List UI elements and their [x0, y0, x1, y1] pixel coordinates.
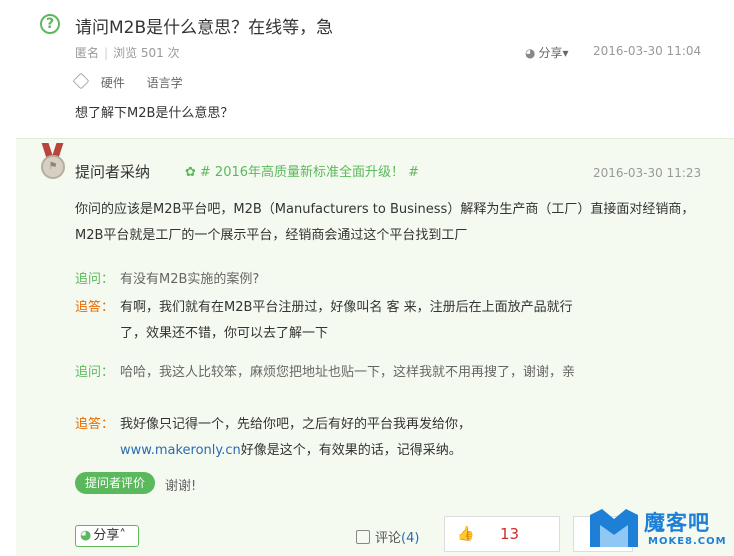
promo-text: # 2016年高质量新标准全面升级！ # [199, 165, 420, 180]
medal-icon: ⚑ [40, 143, 66, 183]
wechat-icon: ◕ [525, 46, 536, 60]
promo-link[interactable]: ✿ # 2016年高质量新标准全面升级！ # [185, 161, 419, 180]
evaluation-text: 谢谢! [165, 479, 197, 494]
followup-text: 有没有M2B实施的案例? [120, 272, 260, 287]
moke8-logo-icon [590, 509, 638, 547]
like-button[interactable]: 👍 13 [444, 516, 560, 552]
tag-item[interactable]: 语言学 [147, 76, 183, 90]
question-title: 请问M2B是什么意思？在线等，急 [75, 18, 334, 38]
tag-item[interactable]: 硬件 [101, 76, 125, 90]
followup-label: 追问： [75, 272, 115, 287]
site-link[interactable]: www.makeronly.cn [120, 443, 241, 458]
watermark-title: 魔客吧 [644, 511, 710, 535]
comment-icon [356, 530, 370, 544]
answer-content: 你问的应该是M2B平台吧，M2B（Manufacturers to Busine… [75, 202, 695, 243]
question-description: 想了解下M2B是什么意思？ [75, 106, 234, 121]
thumbs-up-icon: 👍 [457, 526, 475, 542]
accepted-badge: 提问者采纳 [75, 163, 151, 181]
followup-text: 我好像只记得一个，先给你吧，之后有好的平台我再发给你， www.makeronly… [120, 412, 580, 464]
question-author: 匿名 [75, 46, 100, 60]
question-views: 浏览 501 次 [113, 46, 180, 60]
meta-divider: | [104, 46, 109, 60]
followup-label: 追答： [75, 417, 115, 432]
followup-label: 追问： [75, 365, 115, 380]
like-count: 13 [500, 525, 520, 543]
chevron-up-icon: ˄ [119, 528, 126, 543]
comment-label: 评论 [375, 531, 402, 546]
answer-date: 2016-03-30 11:23 [593, 166, 702, 180]
reply-text-before: 我好像只记得一个，先给你吧，之后有好的平台我再发给你， [120, 417, 472, 432]
asker-evaluation-badge: 提问者评价 [75, 472, 155, 494]
followup-text: 哈哈，我这人比较笨，麻烦您把地址也贴一下，这样我就不用再搜了，谢谢，亲 [120, 365, 576, 380]
share-dropdown-top[interactable]: ◕ 分享▾ [525, 44, 569, 61]
share-label: 分享 [538, 46, 563, 60]
question-meta: 匿名 | 浏览 501 次 [75, 44, 180, 61]
chevron-down-icon: ▾ [562, 46, 569, 60]
tag-icon [72, 72, 90, 90]
comment-link[interactable]: 评论(4) [356, 527, 419, 546]
followup-label: 追答： [75, 300, 115, 315]
reply-text-after: 好像是这个，有效果的话，记得采纳。 [240, 443, 462, 458]
wechat-icon: ◕ [80, 528, 92, 543]
award-icon: ✿ [185, 165, 196, 180]
watermark-logo: 魔客吧 MOKE8.COM [588, 504, 734, 555]
followup-text: 有啊，我们就有在M2B平台注册过，好像叫名 客 来，注册后在上面放产品就行了，效… [120, 300, 573, 341]
comment-count: (4) [401, 531, 420, 546]
share-label: 分享 [93, 528, 120, 543]
watermark-site: MOKE8.COM [648, 536, 727, 547]
question-date: 2016-03-30 11:04 [593, 44, 702, 58]
tag-row: 硬件 语言学 [72, 72, 201, 91]
share-button[interactable]: ◕ 分享˄ [75, 525, 139, 547]
question-circle-icon: ? [40, 14, 60, 34]
